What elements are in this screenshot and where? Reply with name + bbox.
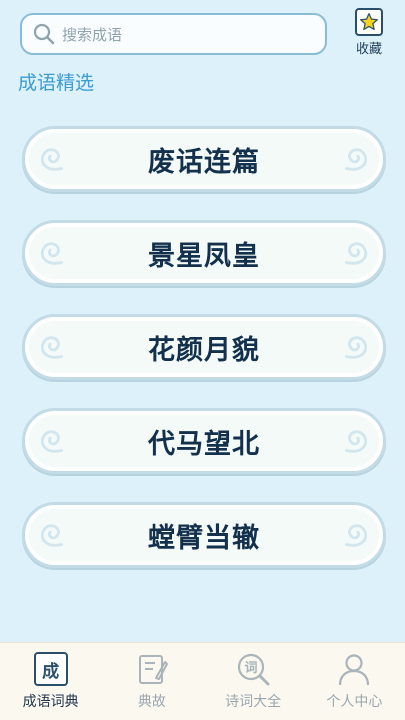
idiom-card[interactable]: 花颜月貌 (22, 314, 386, 380)
tab-allusions[interactable]: 典故 (101, 643, 202, 720)
idiom-card[interactable]: 代马望北 (22, 408, 386, 474)
idiom-card[interactable]: 螳臂当辙 (22, 502, 386, 568)
book-pen-icon (134, 651, 170, 687)
idiom-text: 废话连篇 (148, 146, 260, 178)
person-icon (336, 651, 372, 687)
bottom-tab-bar: 成 成语词典 典故 词 诗词大全 个人中心 (0, 642, 405, 720)
idiom-text: 代马望北 (148, 428, 260, 460)
search-input[interactable]: 搜索成语 (20, 13, 327, 55)
tab-label: 诗词大全 (225, 694, 282, 710)
tab-idiom-dictionary[interactable]: 成 成语词典 (0, 643, 101, 720)
favorites-button[interactable]: 收藏 (350, 8, 388, 57)
search-icon (33, 23, 55, 45)
svg-text:词: 词 (245, 661, 258, 676)
section-title: 成语精选 (18, 72, 95, 94)
idiom-text: 螳臂当辙 (148, 522, 260, 554)
tab-profile[interactable]: 个人中心 (304, 643, 405, 720)
tab-label: 典故 (137, 694, 166, 710)
star-icon (355, 8, 383, 36)
search-placeholder: 搜索成语 (62, 25, 123, 44)
poetry-search-icon: 词 (235, 651, 271, 687)
tab-poetry[interactable]: 词 诗词大全 (203, 643, 304, 720)
idiom-card[interactable]: 废话连篇 (22, 126, 386, 192)
header: 搜索成语 收藏 (0, 0, 405, 70)
idiom-card[interactable]: 景星凤皇 (22, 220, 386, 286)
favorites-label: 收藏 (355, 42, 382, 57)
idiom-dictionary-icon: 成 (33, 652, 68, 686)
tab-label: 个人中心 (326, 694, 383, 710)
idiom-text: 景星凤皇 (148, 240, 260, 272)
tab-label: 成语词典 (22, 694, 79, 710)
idiom-text: 花颜月貌 (148, 334, 260, 366)
